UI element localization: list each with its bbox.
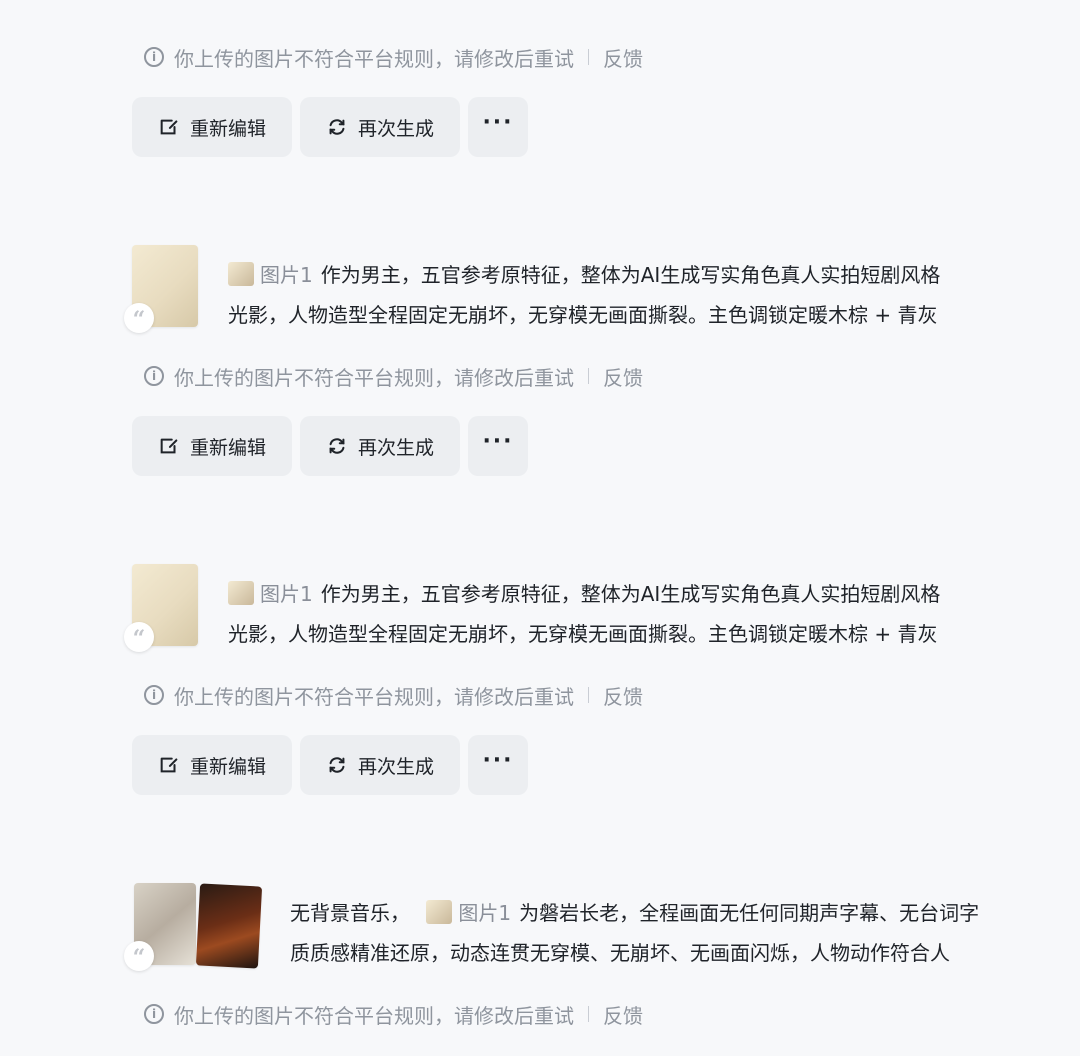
- divider: [588, 49, 589, 65]
- refresh-icon: [329, 757, 345, 773]
- image-reference-label: 图片1: [458, 901, 512, 925]
- regenerate-label: 再次生成: [357, 436, 434, 459]
- prompt-line-2: 质质感精准还原，动态连贯无穿模、无崩坏、无画面闪烁，人物动作符合人: [290, 941, 950, 965]
- reference-thumbnail: [228, 262, 254, 286]
- prompt-text: 图片1 作为男主，五官参考原特征，整体为AI生成写实角色真人实拍短剧风格 光影，人…: [228, 574, 1080, 654]
- reference-images: “: [124, 883, 278, 973]
- regenerate-button[interactable]: 再次生成: [300, 97, 460, 157]
- prompt-line-2: 光影，人物造型全程固定无崩坏，无穿模无画面撕裂。主色调锁定暖木棕 + 青灰: [228, 303, 938, 327]
- prompt-prefix: 无背景音乐，: [290, 901, 410, 925]
- feedback-link[interactable]: 反馈: [603, 43, 643, 72]
- action-bar: 重新编辑 再次生成 ···: [132, 97, 528, 157]
- prompt-line-1: 为磐岩长老，全程画面无任何同期声字幕、无台词字: [519, 901, 980, 925]
- info-icon: i: [144, 366, 164, 386]
- error-notice: i 你上传的图片不符合平台规则，请修改后重试 反馈: [144, 361, 643, 391]
- divider: [588, 687, 589, 703]
- feedback-link[interactable]: 反馈: [603, 362, 643, 391]
- notice-text: 你上传的图片不符合平台规则，请修改后重试: [174, 684, 574, 709]
- prompt-line: 光影，人物造型全程固定无崩坏，无穿模无画面撕裂。主色调锁定暖木棕 + 青灰: [228, 0, 1080, 10]
- prompt-line: 无背景音乐， 图片1 为磐岩长老，全程画面无任何同期声字幕、无台词字: [290, 893, 1080, 933]
- regenerate-label: 再次生成: [357, 755, 434, 778]
- prompt-line: 图片1 作为男主，五官参考原特征，整体为AI生成写实角色真人实拍短剧风格: [228, 574, 1080, 614]
- more-icon: ···: [482, 748, 514, 773]
- edit-icon: [160, 757, 178, 773]
- quote-icon: “: [124, 941, 154, 971]
- re-edit-label: 重新编辑: [189, 117, 266, 140]
- image-reference-label: 图片1: [260, 263, 313, 287]
- notice-text: 你上传的图片不符合平台规则，请修改后重试: [174, 1003, 574, 1028]
- feedback-link[interactable]: 反馈: [603, 681, 643, 710]
- action-bar: 重新编辑 再次生成 ···: [132, 735, 528, 795]
- re-edit-label: 重新编辑: [189, 755, 266, 778]
- more-button[interactable]: ···: [468, 416, 528, 476]
- error-notice: i 你上传的图片不符合平台规则，请修改后重试 反馈: [144, 999, 643, 1029]
- refresh-icon: [329, 119, 345, 135]
- prompt-line-1: 作为男主，五官参考原特征，整体为AI生成写实角色真人实拍短剧风格: [320, 263, 941, 287]
- notice-text: 你上传的图片不符合平台规则，请修改后重试: [174, 46, 574, 71]
- more-button[interactable]: ···: [468, 97, 528, 157]
- info-icon: i: [144, 47, 164, 67]
- prompt-text: 光影，人物造型全程固定无崩坏，无穿模无画面撕裂。主色调锁定暖木棕 + 青灰: [228, 0, 1080, 10]
- divider: [588, 368, 589, 384]
- reference-thumbnail: [228, 581, 254, 605]
- edit-icon: [160, 119, 178, 135]
- feedback-link[interactable]: 反馈: [603, 1000, 643, 1029]
- re-edit-button[interactable]: 重新编辑: [132, 416, 292, 476]
- quote-icon: “: [124, 622, 154, 652]
- re-edit-button[interactable]: 重新编辑: [132, 97, 292, 157]
- regenerate-label: 再次生成: [357, 117, 434, 140]
- prompt-text: 图片1 作为男主，五官参考原特征，整体为AI生成写实角色真人实拍短剧风格 光影，人…: [228, 255, 1080, 335]
- refresh-icon: [329, 438, 345, 454]
- reference-thumbnail: [426, 900, 453, 924]
- more-button[interactable]: ···: [468, 735, 528, 795]
- regenerate-button[interactable]: 再次生成: [300, 735, 460, 795]
- re-edit-label: 重新编辑: [189, 436, 266, 459]
- action-bar: 重新编辑 再次生成 ···: [132, 416, 528, 476]
- prompt-line-1: 作为男主，五官参考原特征，整体为AI生成写实角色真人实拍短剧风格: [320, 582, 941, 606]
- error-notice: i 你上传的图片不符合平台规则，请修改后重试 反馈: [144, 680, 643, 710]
- prompt-line-2: 光影，人物造型全程固定无崩坏，无穿模无画面撕裂。主色调锁定暖木棕 + 青灰: [228, 622, 938, 646]
- more-icon: ···: [482, 110, 514, 135]
- edit-icon: [160, 438, 178, 454]
- quote-icon: “: [124, 303, 154, 333]
- divider: [588, 1006, 589, 1022]
- regenerate-button[interactable]: 再次生成: [300, 416, 460, 476]
- image-reference-label: 图片1: [260, 582, 313, 606]
- re-edit-button[interactable]: 重新编辑: [132, 735, 292, 795]
- reference-image[interactable]: [195, 883, 263, 969]
- info-icon: i: [144, 1004, 164, 1024]
- more-icon: ···: [482, 429, 514, 454]
- info-icon: i: [144, 685, 164, 705]
- prompt-text: 无背景音乐， 图片1 为磐岩长老，全程画面无任何同期声字幕、无台词字 质质感精准还…: [290, 893, 1080, 973]
- notice-text: 你上传的图片不符合平台规则，请修改后重试: [174, 365, 574, 390]
- error-notice: i 你上传的图片不符合平台规则，请修改后重试 反馈: [144, 42, 643, 72]
- prompt-line: 图片1 作为男主，五官参考原特征，整体为AI生成写实角色真人实拍短剧风格: [228, 255, 1080, 295]
